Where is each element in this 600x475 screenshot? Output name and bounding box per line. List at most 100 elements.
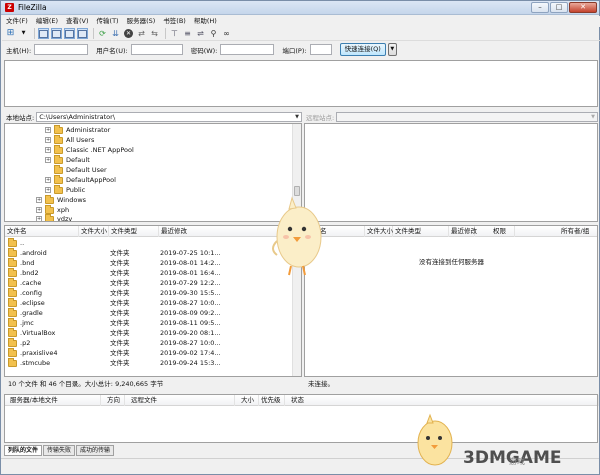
table-row[interactable]: .p2 文件夹 2019-08-27 10:0...: [5, 338, 294, 348]
sync-browse-button[interactable]: ⇌: [195, 28, 206, 39]
column-header-direction[interactable]: 方向: [101, 395, 125, 406]
tree-item[interactable]: + DefaultAppPool: [45, 174, 116, 185]
directory-filter-button[interactable]: ⊤: [169, 28, 180, 39]
table-row[interactable]: .bnd 文件夹 2019-08-01 14:2...: [5, 258, 294, 268]
remote-path-input[interactable]: ▼: [336, 112, 598, 122]
column-header-modified[interactable]: 最近修改: [449, 226, 477, 237]
refresh-button[interactable]: ⟳: [97, 28, 108, 39]
menu-edit[interactable]: 编辑(E): [32, 16, 62, 27]
folder-icon: [8, 308, 17, 317]
reconnect-button[interactable]: ⇆: [149, 28, 160, 39]
menu-transfer[interactable]: 传输(T): [93, 16, 123, 27]
menu-view[interactable]: 查看(V): [62, 16, 93, 27]
column-header-size[interactable]: 大小: [235, 395, 259, 406]
port-input[interactable]: [309, 44, 332, 55]
menu-bar: 文件(F) 编辑(E) 查看(V) 传输(T) 服务器(S) 书签(B) 帮助(…: [2, 16, 600, 27]
expand-icon[interactable]: +: [36, 207, 42, 213]
table-row[interactable]: .eclipse 文件夹 2019-08-27 10:0...: [5, 298, 294, 308]
table-row[interactable]: .cache 文件夹 2019-07-29 12:2...: [5, 278, 294, 288]
column-header-remote-file[interactable]: 远程文件: [125, 395, 235, 406]
local-status: 10 个文件 和 46 个目录。大小总计: 9,240,665 字节: [8, 380, 164, 388]
table-row[interactable]: .android 文件夹 2019-07-25 10:1...: [5, 248, 294, 258]
column-header-size[interactable]: 文件大小: [79, 226, 109, 237]
close-button[interactable]: ✕: [569, 2, 597, 13]
expand-icon[interactable]: +: [45, 157, 51, 163]
column-header-filename[interactable]: 文件名: [5, 226, 79, 237]
expand-icon[interactable]: +: [36, 216, 42, 221]
local-path-input[interactable]: C:\Users\Administrator\ ▼: [36, 112, 302, 122]
expand-icon[interactable]: +: [45, 177, 51, 183]
column-header-status[interactable]: 状态: [285, 395, 599, 406]
tree-item[interactable]: + ydzy: [36, 213, 72, 221]
table-row[interactable]: ..: [5, 238, 294, 248]
compare-button[interactable]: ≡: [182, 28, 193, 39]
folder-icon: [54, 134, 63, 144]
table-row[interactable]: .VirtualBox 文件夹 2019-09-20 08:1...: [5, 328, 294, 338]
process-queue-button[interactable]: ⇊: [110, 28, 121, 39]
cancel-button[interactable]: ✕: [123, 28, 134, 39]
tree-item[interactable]: + Classic .NET AppPool: [45, 144, 134, 155]
tab-failed-transfers[interactable]: 传输失败: [43, 445, 76, 456]
menu-bookmarks[interactable]: 书签(B): [159, 16, 190, 27]
table-row[interactable]: .gradle 文件夹 2019-08-09 09:2...: [5, 308, 294, 318]
remote-file-list[interactable]: 文件名 文件大小 文件类型 最近修改 权限 所有者/组 没有连接到任何服务器: [304, 225, 598, 377]
expand-icon[interactable]: +: [45, 127, 51, 133]
tree-item[interactable]: + Default: [45, 154, 90, 165]
table-row[interactable]: .bnd2 文件夹 2019-08-01 16:4...: [5, 268, 294, 278]
toolbar: ⊞ ▼ ⟳ ⇊ ✕ ⇄ ⇆ ⊤ ≡ ⇌ ⚲ ∞: [2, 27, 600, 41]
tree-item[interactable]: + Windows: [36, 194, 86, 205]
tree-item[interactable]: + All Users: [45, 134, 94, 145]
local-directory-tree[interactable]: + Administrator + All Users + Classic .NET …: [4, 123, 302, 222]
column-header-server-local-file[interactable]: 服务器/本地文件: [5, 395, 101, 406]
tree-item[interactable]: + Public: [45, 184, 85, 195]
message-log[interactable]: [4, 60, 598, 107]
toggle-local-tree-button[interactable]: [51, 28, 62, 39]
chevron-down-icon[interactable]: ▼: [293, 113, 301, 121]
expand-icon[interactable]: +: [45, 137, 51, 143]
search-button[interactable]: ⚲: [208, 28, 219, 39]
expand-icon[interactable]: +: [45, 187, 51, 193]
expand-icon[interactable]: +: [36, 197, 42, 203]
column-header-priority[interactable]: 优先级: [259, 395, 285, 406]
site-manager-dropdown[interactable]: ▼: [18, 28, 29, 39]
column-header-owner[interactable]: 所有者/组: [515, 226, 597, 237]
toggle-queue-button[interactable]: [77, 28, 88, 39]
transfer-queue[interactable]: 服务器/本地文件 方向 远程文件 大小 优先级 状态: [4, 394, 599, 443]
host-input[interactable]: [34, 44, 89, 55]
quickconnect-dropdown[interactable]: ▼: [387, 43, 397, 56]
disconnect-button[interactable]: ⇄: [136, 28, 147, 39]
table-row[interactable]: .jmc 文件夹 2019-08-11 09:5...: [5, 318, 294, 328]
site-manager-button[interactable]: ⊞: [5, 28, 16, 39]
menu-server[interactable]: 服务器(S): [123, 16, 160, 27]
column-header-type[interactable]: 文件类型: [393, 226, 449, 237]
maximize-button[interactable]: □: [550, 2, 568, 13]
tab-successful-transfers[interactable]: 成功的传输: [76, 445, 115, 456]
table-row[interactable]: .config 文件夹 2019-09-30 15:5...: [5, 288, 294, 298]
remote-directory-tree[interactable]: [304, 123, 598, 222]
tree-item[interactable]: + Administrator: [45, 124, 110, 135]
menu-file[interactable]: 文件(F): [2, 16, 32, 27]
tab-queued-files[interactable]: 列队的文件: [4, 445, 43, 456]
toggle-remote-tree-button[interactable]: [64, 28, 75, 39]
minimize-button[interactable]: –: [531, 2, 549, 13]
menu-help[interactable]: 帮助(H): [190, 16, 221, 27]
column-header-permissions[interactable]: 权限: [475, 226, 515, 237]
local-file-list[interactable]: 文件名 文件大小 文件类型 最近修改 .. .android 文件夹 2019-07…: [4, 225, 302, 377]
column-header-type[interactable]: 文件类型: [109, 226, 159, 237]
table-row[interactable]: .stmcube 文件夹 2019-09-24 15:3...: [5, 358, 294, 368]
quickconnect-button[interactable]: 快速连接(Q): [339, 43, 386, 56]
port-label: 端口(P):: [282, 46, 307, 55]
chevron-down-icon[interactable]: ▼: [589, 113, 597, 121]
folder-icon: [8, 268, 17, 277]
column-header-size[interactable]: 文件大小: [365, 226, 393, 237]
username-input[interactable]: [130, 44, 183, 55]
folder-icon: [54, 154, 63, 164]
expand-icon[interactable]: +: [45, 147, 51, 153]
tree-item[interactable]: Default User: [54, 164, 107, 175]
message-log-icon: [39, 29, 48, 38]
find-files-button[interactable]: ∞: [221, 28, 232, 39]
password-input[interactable]: [220, 44, 275, 55]
toggle-message-log-button[interactable]: [38, 28, 49, 39]
table-row[interactable]: .praxislive4 文件夹 2019-09-02 17:4...: [5, 348, 294, 358]
compare-icon: ≡: [184, 29, 191, 38]
